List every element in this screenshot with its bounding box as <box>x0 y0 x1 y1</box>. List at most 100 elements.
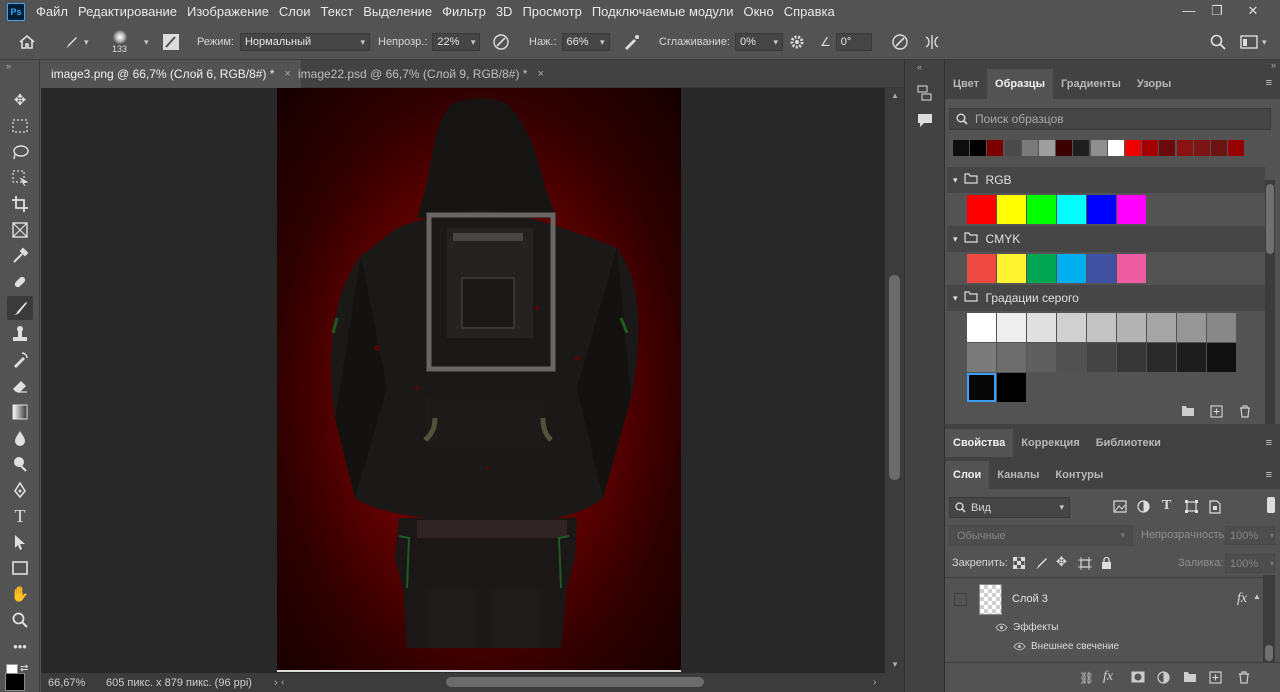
lock-position-icon[interactable]: ✥ <box>1056 554 1067 570</box>
recent-swatch[interactable] <box>1228 140 1245 156</box>
menu-edit[interactable]: Редактирование <box>73 0 182 24</box>
blur-tool-icon[interactable] <box>7 426 33 450</box>
close-icon[interactable]: × <box>537 68 543 80</box>
tab-properties[interactable]: Свойства <box>945 429 1014 457</box>
effects-row[interactable]: Эффекты <box>995 622 1058 633</box>
swatches-scrollbar[interactable] <box>1265 180 1275 450</box>
rgb-swatch[interactable] <box>1117 195 1146 224</box>
chevron-down-icon[interactable]: ▾ <box>144 37 149 48</box>
minimize-button[interactable]: — <box>1174 0 1204 24</box>
comments-panel-icon[interactable] <box>916 112 934 131</box>
type-tool-icon[interactable]: T <box>7 504 33 528</box>
recent-swatch[interactable] <box>1056 140 1073 156</box>
gradient-tool-icon[interactable] <box>7 400 33 424</box>
gray-swatch[interactable] <box>997 343 1026 372</box>
gray-swatch[interactable] <box>1177 313 1206 342</box>
recent-swatch[interactable] <box>1142 140 1159 156</box>
path-selection-tool-icon[interactable] <box>7 530 33 554</box>
brush-settings-icon[interactable] <box>162 24 180 60</box>
pressure-size-icon[interactable] <box>891 24 909 60</box>
eyedropper-tool-icon[interactable] <box>7 244 33 268</box>
link-layers-icon[interactable]: ⛓ <box>1079 671 1094 685</box>
rgb-swatch[interactable] <box>1087 195 1116 224</box>
gray-swatch[interactable] <box>1147 313 1176 342</box>
collapse-icon[interactable]: « <box>917 62 922 72</box>
filter-smart-object-icon[interactable] <box>1209 500 1221 517</box>
airbrush-icon[interactable] <box>622 24 642 60</box>
effect-row[interactable]: Внешнее свечение <box>1013 641 1119 652</box>
panel-menu-icon[interactable]: ≡ <box>1266 77 1272 89</box>
gray-swatch[interactable] <box>1057 313 1086 342</box>
swatch-group-grayscale[interactable]: ▾ Градации серого <box>947 285 1265 311</box>
frame-tool-icon[interactable] <box>7 218 33 242</box>
cmyk-swatch[interactable] <box>997 254 1026 283</box>
trash-icon[interactable] <box>1239 405 1251 421</box>
scroll-down-icon[interactable]: ▼ <box>891 660 899 669</box>
cmyk-swatch[interactable] <box>1027 254 1056 283</box>
menu-image[interactable]: Изображение <box>182 0 274 24</box>
chevron-up-icon[interactable]: ▲ <box>1253 592 1261 601</box>
rectangle-tool-icon[interactable] <box>7 556 33 580</box>
recent-swatch[interactable] <box>1107 140 1124 156</box>
menu-layers[interactable]: Слои <box>274 0 316 24</box>
close-window-button[interactable]: ✕ <box>1238 0 1268 24</box>
filter-type-icon[interactable]: T <box>1162 498 1171 514</box>
adjustment-layer-icon[interactable] <box>1157 671 1170 687</box>
collapse-icon[interactable]: » <box>6 61 11 71</box>
angle-field[interactable]: 0° <box>835 33 872 51</box>
pen-tool-icon[interactable] <box>7 478 33 502</box>
swatch-search-input[interactable]: Поиск образцов <box>949 108 1271 130</box>
cmyk-swatch[interactable] <box>1057 254 1086 283</box>
lock-pixels-icon[interactable] <box>1034 556 1048 573</box>
gray-swatch[interactable] <box>1087 313 1116 342</box>
brush-tool-preset-button[interactable]: ▾ <box>62 24 89 60</box>
symmetry-icon[interactable] <box>923 24 941 60</box>
gray-swatch[interactable] <box>1087 343 1116 372</box>
gray-swatch[interactable] <box>1207 313 1236 342</box>
clone-stamp-tool-icon[interactable] <box>7 322 33 346</box>
visibility-toggle[interactable] <box>954 593 967 606</box>
flow-field[interactable]: 66% ▾ <box>561 33 610 51</box>
object-selection-tool-icon[interactable] <box>7 166 33 190</box>
recent-swatch[interactable] <box>1073 140 1090 156</box>
history-panel-icon[interactable] <box>916 84 934 105</box>
more-tools-icon[interactable]: ••• <box>7 634 33 658</box>
tab-patterns[interactable]: Узоры <box>1129 69 1179 99</box>
gray-swatch[interactable] <box>967 373 996 402</box>
lasso-tool-icon[interactable] <box>7 140 33 164</box>
scroll-up-icon[interactable]: ▲ <box>891 91 899 100</box>
swatch-group-cmyk[interactable]: ▾ CMYK <box>947 226 1265 252</box>
menu-plugins[interactable]: Подключаемые модули <box>587 0 739 24</box>
crop-tool-icon[interactable] <box>7 192 33 216</box>
lock-artboard-icon[interactable] <box>1078 557 1092 573</box>
brush-tool-icon[interactable] <box>7 296 33 320</box>
eraser-tool-icon[interactable] <box>7 374 33 398</box>
recent-swatch[interactable] <box>1090 140 1107 156</box>
trash-icon[interactable] <box>1238 671 1250 687</box>
recent-swatch[interactable] <box>1159 140 1176 156</box>
pressure-opacity-icon[interactable] <box>492 24 510 60</box>
new-swatch-icon[interactable] <box>1210 405 1223 421</box>
move-tool-icon[interactable]: ✥ <box>7 88 33 112</box>
layers-scroll-thumb[interactable] <box>1265 645 1273 661</box>
opacity-field[interactable]: 22% ▾ <box>432 33 481 51</box>
recent-swatch[interactable] <box>1193 140 1210 156</box>
gray-swatch[interactable] <box>1117 343 1146 372</box>
layer-filter-select[interactable]: Вид ▾ <box>949 497 1070 518</box>
cmyk-swatch[interactable] <box>1117 254 1146 283</box>
recent-swatch[interactable] <box>987 140 1004 156</box>
document-canvas[interactable] <box>277 88 681 672</box>
canvas-area[interactable] <box>41 88 904 673</box>
rgb-swatch[interactable] <box>967 195 996 224</box>
fx-icon[interactable]: fx <box>1237 591 1247 607</box>
tab-channels[interactable]: Каналы <box>989 461 1047 489</box>
lock-all-icon[interactable] <box>1101 556 1112 572</box>
gray-swatch[interactable] <box>1207 343 1236 372</box>
recent-swatch[interactable] <box>1176 140 1193 156</box>
panel-menu-icon[interactable]: ≡ <box>1266 437 1272 449</box>
document-info[interactable]: 605 пикс. x 879 пикс. (96 ppi) <box>106 677 252 689</box>
scroll-left-icon[interactable]: ‹ <box>281 677 284 688</box>
tab-libraries[interactable]: Библиотеки <box>1088 429 1169 457</box>
new-group-icon[interactable] <box>1181 405 1195 420</box>
tab-swatches[interactable]: Образцы <box>987 69 1053 99</box>
